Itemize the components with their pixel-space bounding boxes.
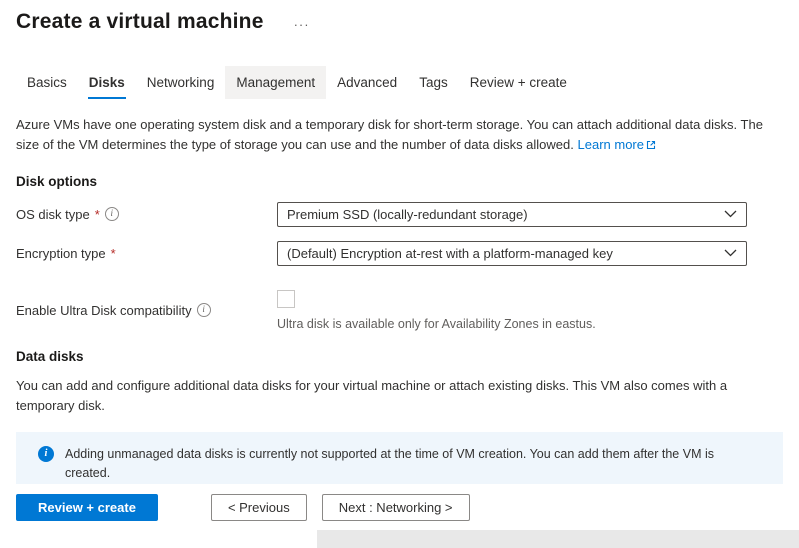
external-link-icon [646,138,656,153]
more-options-icon[interactable]: ··· [294,17,310,32]
tab-advanced[interactable]: Advanced [326,66,408,99]
os-disk-type-row: OS disk type * i Premium SSD (locally-re… [16,202,783,227]
ultra-disk-row: Enable Ultra Disk compatibility i Ultra … [16,290,783,331]
review-create-button[interactable]: Review + create [16,494,158,521]
intro-paragraph: Azure VMs have one operating system disk… [16,115,782,156]
tab-bar: Basics Disks Networking Management Advan… [16,66,783,99]
page-title: Create a virtual machine [16,10,264,34]
ultra-disk-helper-text: Ultra disk is available only for Availab… [277,317,747,331]
os-disk-type-value: Premium SSD (locally-redundant storage) [287,207,528,222]
ultra-disk-label: Enable Ultra Disk compatibility [16,303,192,318]
learn-more-link[interactable]: Learn more [578,137,656,152]
data-disks-heading: Data disks [16,349,783,364]
disk-options-heading: Disk options [16,174,783,189]
tab-basics[interactable]: Basics [16,66,78,99]
ultra-disk-checkbox[interactable] [277,290,295,308]
info-icon[interactable]: i [105,207,119,221]
data-disks-description: You can add and configure additional dat… [16,376,782,416]
page-header: Create a virtual machine ··· [0,0,799,34]
encryption-type-label-group: Encryption type * [16,246,277,261]
tab-management[interactable]: Management [225,66,326,99]
encryption-type-value: (Default) Encryption at-rest with a plat… [287,246,613,261]
encryption-type-label: Encryption type [16,246,106,261]
window-bottom-edge [0,530,799,548]
chevron-down-icon [724,210,737,218]
info-banner-text: Adding unmanaged data disks is currently… [65,445,755,484]
tab-review-create[interactable]: Review + create [459,66,578,99]
tab-tags[interactable]: Tags [408,66,459,99]
next-networking-button[interactable]: Next : Networking > [322,494,470,521]
required-asterisk: * [95,207,100,222]
window-bottom-edge-gray [317,530,799,548]
encryption-type-dropdown[interactable]: (Default) Encryption at-rest with a plat… [277,241,747,266]
learn-more-label: Learn more [578,137,644,152]
create-vm-page: Create a virtual machine ··· Basics Disk… [0,0,799,548]
required-asterisk: * [111,246,116,261]
tab-disks[interactable]: Disks [78,66,136,99]
info-icon[interactable]: i [197,303,211,317]
os-disk-type-label: OS disk type [16,207,90,222]
ultra-disk-label-group: Enable Ultra Disk compatibility i [16,303,277,318]
encryption-type-row: Encryption type * (Default) Encryption a… [16,241,783,266]
tab-networking[interactable]: Networking [136,66,226,99]
os-disk-type-label-group: OS disk type * i [16,207,277,222]
previous-button[interactable]: < Previous [211,494,307,521]
ultra-disk-control: Ultra disk is available only for Availab… [277,290,747,331]
os-disk-type-dropdown[interactable]: Premium SSD (locally-redundant storage) [277,202,747,227]
info-filled-icon: i [38,446,54,462]
chevron-down-icon [724,249,737,257]
footer-action-bar: Review + create < Previous Next : Networ… [0,484,799,530]
